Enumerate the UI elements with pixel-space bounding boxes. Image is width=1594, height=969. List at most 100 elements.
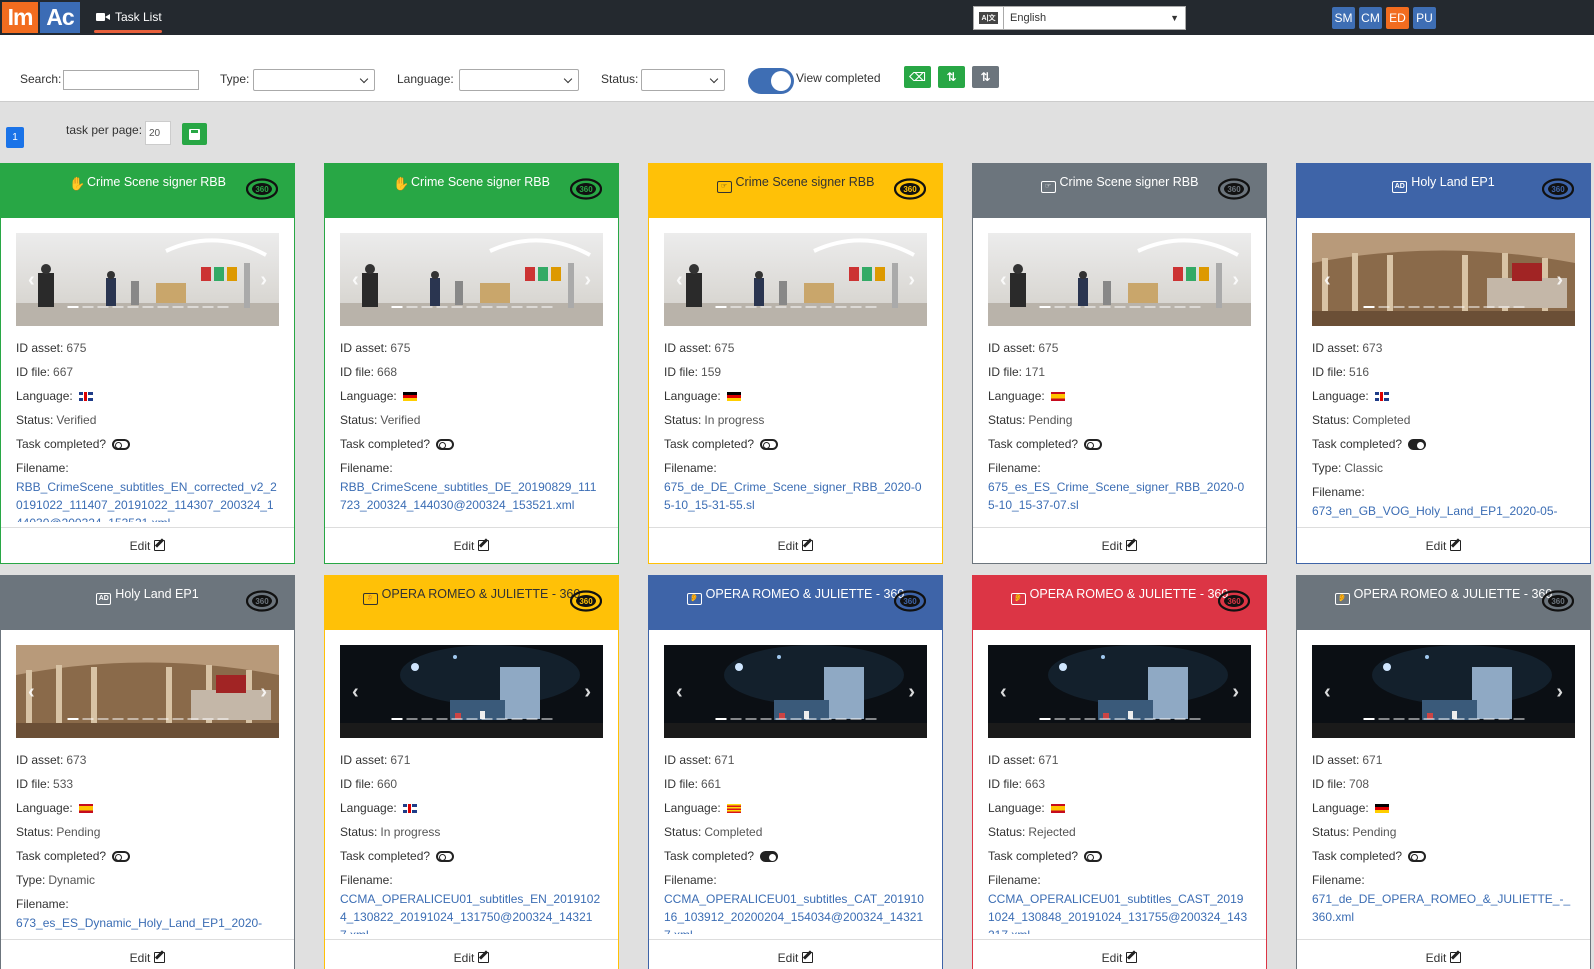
- id-asset-label: ID asset:: [16, 341, 64, 355]
- language-select-label: English: [1010, 12, 1047, 24]
- filename-link[interactable]: CCMA_OPERALICEU01_subtitles_EN_20191024_…: [340, 890, 602, 934]
- role-button-ed[interactable]: ED: [1386, 7, 1409, 29]
- status-select[interactable]: [641, 69, 725, 91]
- filename-link[interactable]: CCMA_OPERALICEU01_subtitles_CAST_2019102…: [988, 890, 1250, 934]
- chevron-right-icon[interactable]: ›: [584, 269, 591, 292]
- view-completed-label: View completed: [796, 71, 881, 85]
- top-navbar: Im Ac Task List A|文 English ▼ SM CM ED PU: [0, 0, 1594, 35]
- language-select-value[interactable]: English ▼: [1003, 6, 1186, 30]
- eraser-icon: ⌫: [909, 70, 926, 84]
- nav-tab-task-list[interactable]: Task List: [94, 0, 164, 34]
- sort-ascending-button[interactable]: ⇅: [938, 66, 965, 88]
- video-thumbnail-carousel[interactable]: ‹ ›: [664, 645, 927, 738]
- tasks-per-page-input[interactable]: 20: [145, 121, 171, 145]
- video-thumbnail-carousel[interactable]: ‹ ›: [16, 645, 279, 738]
- id-file-value: 660: [377, 777, 398, 791]
- filename-link[interactable]: RBB_CrimeScene_subtitles_EN_corrected_v2…: [16, 478, 278, 522]
- filename-link[interactable]: 671_de_DE_OPERA_ROMEO_&_JULIETTE_-_360.x…: [1312, 890, 1574, 934]
- edit-button[interactable]: Edit: [649, 527, 942, 563]
- id-file-row: ID file: 159: [664, 365, 721, 379]
- edit-button[interactable]: Edit: [1, 527, 294, 563]
- chevron-right-icon[interactable]: ›: [1556, 681, 1563, 704]
- imac-logo[interactable]: Im Ac: [2, 2, 80, 33]
- carousel-indicators: [1363, 306, 1524, 308]
- video-thumbnail-carousel[interactable]: ‹ ›: [1312, 645, 1575, 738]
- task-completed-toggle-icon: [436, 851, 455, 862]
- chevron-left-icon[interactable]: ‹: [352, 269, 359, 292]
- chevron-left-icon[interactable]: ‹: [676, 269, 683, 292]
- chevron-right-icon[interactable]: ›: [908, 681, 915, 704]
- id-asset-value: 671: [714, 753, 735, 767]
- filename-link[interactable]: RBB_CrimeScene_subtitles_DE_20190829_111…: [340, 478, 602, 522]
- id-file-label: ID file:: [340, 365, 375, 379]
- id-file-label: ID file:: [988, 365, 1023, 379]
- chevron-left-icon[interactable]: ‹: [1000, 269, 1007, 292]
- language-label: Language:: [16, 801, 73, 815]
- chevron-left-icon[interactable]: ‹: [676, 681, 683, 704]
- edit-button[interactable]: Edit: [1297, 939, 1590, 969]
- video-thumbnail-carousel[interactable]: ‹ ›: [340, 645, 603, 738]
- type-select[interactable]: [253, 69, 375, 91]
- edit-button[interactable]: Edit: [973, 527, 1266, 563]
- chevron-right-icon[interactable]: ›: [1232, 681, 1239, 704]
- video-thumbnail-carousel[interactable]: ‹ ›: [988, 645, 1251, 738]
- 360-video-icon: 360: [893, 178, 927, 200]
- filename-link[interactable]: 675_de_DE_Crime_Scene_signer_RBB_2020-05…: [664, 478, 926, 522]
- role-button-pu[interactable]: PU: [1413, 7, 1436, 29]
- edit-button[interactable]: Edit: [325, 527, 618, 563]
- status-value: Completed: [704, 825, 763, 839]
- language-select[interactable]: A|文 English ▼: [973, 6, 1186, 30]
- task-completed-label: Task completed?: [664, 437, 755, 451]
- chevron-right-icon[interactable]: ›: [260, 681, 267, 704]
- chevron-left-icon[interactable]: ‹: [352, 681, 359, 704]
- task-title-text: Crime Scene signer RBB: [87, 175, 226, 189]
- video-thumbnail-carousel[interactable]: ‹ ›: [16, 233, 279, 326]
- edit-button[interactable]: Edit: [1297, 527, 1590, 563]
- video-thumbnail-carousel[interactable]: ‹ ›: [664, 233, 927, 326]
- view-completed-toggle[interactable]: [748, 68, 794, 94]
- id-asset-row: ID asset: 671: [988, 753, 1058, 767]
- page-1-button[interactable]: 1: [6, 127, 24, 148]
- status-label: Status:: [601, 72, 639, 86]
- edit-button[interactable]: Edit: [1, 939, 294, 969]
- filename-link[interactable]: 675_es_ES_Crime_Scene_signer_RBB_2020-05…: [988, 478, 1250, 522]
- edit-button[interactable]: Edit: [973, 939, 1266, 969]
- chevron-right-icon[interactable]: ›: [1232, 269, 1239, 292]
- clear-filters-button[interactable]: ⌫: [904, 66, 931, 88]
- language-filter-select[interactable]: [459, 69, 579, 91]
- chevron-right-icon[interactable]: ›: [584, 681, 591, 704]
- task-title: 👂 OPERA ROMEO & JULIETTE - 360: [1010, 587, 1229, 630]
- chevron-left-icon[interactable]: ‹: [28, 681, 35, 704]
- video-thumbnail-carousel[interactable]: ‹ ›: [988, 233, 1251, 326]
- video-thumbnail-carousel[interactable]: ‹ ›: [340, 233, 603, 326]
- sort-descending-button[interactable]: ⇅: [972, 66, 999, 88]
- task-title-text: Holy Land EP1: [115, 587, 199, 601]
- task-title-text: OPERA ROMEO & JULIETTE - 360: [1029, 587, 1229, 601]
- video-thumbnail-carousel[interactable]: ‹ ›: [1312, 233, 1575, 326]
- chevron-right-icon[interactable]: ›: [260, 269, 267, 292]
- status-row: Status: In progress: [340, 825, 440, 839]
- filename-link[interactable]: CCMA_OPERALICEU01_subtitles_CAT_20191016…: [664, 890, 926, 934]
- edit-button[interactable]: Edit: [649, 939, 942, 969]
- filename-link[interactable]: 673_es_ES_Dynamic_Holy_Land_EP1_2020-: [16, 914, 278, 934]
- chevron-left-icon[interactable]: ‹: [1324, 681, 1331, 704]
- language-filter-label: Language:: [397, 72, 454, 86]
- task-card-header: ✋ Crime Scene signer RBB 360: [1, 164, 294, 218]
- chevron-left-icon[interactable]: ‹: [28, 269, 35, 292]
- search-input[interactable]: [63, 70, 199, 90]
- chevron-left-icon[interactable]: ‹: [1324, 269, 1331, 292]
- save-button[interactable]: [182, 123, 207, 145]
- chevron-right-icon[interactable]: ›: [908, 269, 915, 292]
- role-button-sm[interactable]: SM: [1332, 7, 1355, 29]
- 360-video-icon: 360: [893, 590, 927, 612]
- chevron-right-icon[interactable]: ›: [1556, 269, 1563, 292]
- 360-video-icon: 360: [1217, 590, 1251, 612]
- filename-link[interactable]: 673_en_GB_VOG_Holy_Land_EP1_2020-05-: [1312, 502, 1574, 522]
- id-asset-value: 675: [714, 341, 735, 355]
- id-file-value: 516: [1349, 365, 1370, 379]
- flag-de-icon: [1374, 804, 1389, 813]
- 360-video-icon: 360: [1217, 178, 1251, 200]
- role-button-cm[interactable]: CM: [1359, 7, 1382, 29]
- chevron-left-icon[interactable]: ‹: [1000, 681, 1007, 704]
- edit-button[interactable]: Edit: [325, 939, 618, 969]
